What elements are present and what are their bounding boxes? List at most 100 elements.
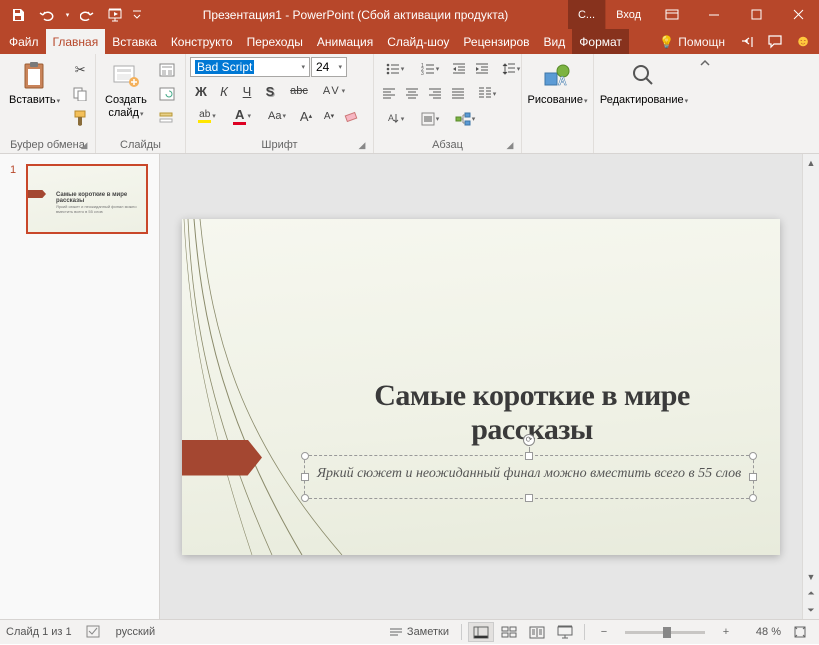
drawing-button[interactable]: A Рисование▾ — [523, 57, 593, 111]
zoom-slider-thumb[interactable] — [663, 627, 671, 638]
tab-insert[interactable]: Вставка — [105, 29, 164, 54]
resize-handle-s[interactable] — [525, 494, 533, 502]
slide-sorter-button[interactable] — [496, 622, 522, 642]
resize-handle-sw[interactable] — [301, 494, 309, 502]
paragraph-launcher[interactable]: ◢ — [503, 138, 517, 152]
redo-button[interactable] — [73, 3, 101, 27]
character-spacing-button[interactable]: AV▾ — [317, 80, 351, 102]
resize-handle-n[interactable] — [525, 452, 533, 460]
clear-formatting-button[interactable] — [341, 105, 363, 127]
maximize-button[interactable] — [735, 0, 777, 29]
font-color-button[interactable]: А▾ — [225, 105, 259, 127]
undo-more-button[interactable]: ▾ — [62, 3, 72, 27]
tab-file[interactable]: Файл — [2, 29, 46, 54]
increase-indent-button[interactable] — [471, 58, 493, 80]
align-right-button[interactable] — [424, 83, 446, 105]
qat-customize-button[interactable] — [131, 3, 143, 27]
slide-subtitle-text[interactable]: Яркий сюжет и неожиданный финал можно вм… — [305, 466, 753, 482]
underline-button[interactable]: Ч — [236, 80, 258, 102]
slideshow-view-button[interactable] — [552, 622, 578, 642]
account-badge[interactable]: С... — [568, 0, 606, 29]
cut-button[interactable]: ✂ — [69, 59, 91, 81]
resize-handle-nw[interactable] — [301, 452, 309, 460]
bold-button[interactable]: Ж — [190, 80, 212, 102]
tab-slideshow[interactable]: Слайд-шоу — [380, 29, 456, 54]
thumbnail-item[interactable]: 1 Самые короткие в мирерассказы Яркий сю… — [10, 164, 149, 234]
align-left-button[interactable] — [378, 83, 400, 105]
zoom-in-button[interactable]: + — [713, 622, 739, 642]
notes-button[interactable]: Заметки — [383, 626, 455, 638]
rotate-handle[interactable]: ⟳ — [523, 434, 535, 446]
subtitle-text-box[interactable]: ⟳ Яркий сюжет и неожиданный финал можно … — [304, 455, 754, 499]
zoom-out-button[interactable]: − — [591, 622, 617, 642]
tab-home[interactable]: Главная — [46, 29, 106, 54]
ribbon-display-button[interactable] — [651, 0, 693, 29]
scroll-track[interactable] — [803, 171, 819, 568]
minimize-button[interactable] — [693, 0, 735, 29]
resize-handle-ne[interactable] — [749, 452, 757, 460]
italic-button[interactable]: К — [213, 80, 235, 102]
resize-handle-se[interactable] — [749, 494, 757, 502]
highlight-button[interactable]: ab▾ — [190, 105, 224, 127]
shadow-button[interactable]: S — [259, 80, 281, 102]
thumbnail-slide[interactable]: Самые короткие в мирерассказы Яркий сюже… — [26, 164, 148, 234]
thumbnail-pane[interactable]: 1 Самые короткие в мирерассказы Яркий сю… — [0, 154, 160, 619]
decrease-indent-button[interactable] — [448, 58, 470, 80]
tab-transitions[interactable]: Переходы — [240, 29, 310, 54]
language-indicator[interactable]: русский — [116, 626, 155, 638]
zoom-slider[interactable] — [625, 631, 705, 634]
slideshow-from-start-button[interactable] — [102, 3, 130, 27]
fit-to-window-button[interactable] — [787, 622, 813, 642]
text-direction-button[interactable]: A▾ — [378, 108, 412, 130]
zoom-value[interactable]: 48 % — [741, 626, 785, 638]
next-slide-button[interactable]: ⏷ — [803, 602, 819, 619]
tab-design[interactable]: Конструкто — [164, 29, 240, 54]
tab-animations[interactable]: Анимация — [310, 29, 380, 54]
new-slide-button[interactable]: Создать слайд▾ — [100, 57, 152, 124]
shrink-font-button[interactable]: A▾ — [318, 105, 340, 127]
editing-button[interactable]: Редактирование▾ — [595, 57, 693, 111]
reading-view-button[interactable] — [524, 622, 550, 642]
grow-font-button[interactable]: A▴ — [295, 105, 317, 127]
save-button[interactable] — [4, 3, 32, 27]
tab-view[interactable]: Вид — [537, 29, 573, 54]
strikethrough-button[interactable]: abc — [282, 80, 316, 102]
copy-button[interactable] — [69, 83, 91, 105]
columns-button[interactable]: ▾ — [470, 83, 504, 105]
justify-button[interactable] — [447, 83, 469, 105]
vertical-scrollbar[interactable]: ▲ ▼ ⏶ ⏷ — [802, 154, 819, 619]
change-case-button[interactable]: Aa▾ — [260, 105, 294, 127]
section-button[interactable] — [156, 107, 178, 129]
spellcheck-icon[interactable] — [86, 625, 102, 639]
comments-button[interactable] — [763, 30, 787, 54]
sign-in-button[interactable]: Вход — [606, 0, 651, 29]
font-size-combo[interactable]: 24▾ — [311, 57, 347, 77]
clipboard-launcher[interactable]: ◢ — [77, 138, 91, 152]
tab-review[interactable]: Рецензиров — [456, 29, 536, 54]
close-button[interactable] — [777, 0, 819, 29]
reset-slide-button[interactable] — [156, 83, 178, 105]
align-center-button[interactable] — [401, 83, 423, 105]
prev-slide-button[interactable]: ⏶ — [803, 585, 819, 602]
numbering-button[interactable]: 123▾ — [413, 58, 447, 80]
align-text-button[interactable]: ▾ — [413, 108, 447, 130]
smartart-button[interactable]: ▾ — [448, 108, 482, 130]
layout-button[interactable] — [156, 59, 178, 81]
font-launcher[interactable]: ◢ — [355, 138, 369, 152]
undo-button[interactable] — [33, 3, 61, 27]
slide-editor[interactable]: Самые короткие в мире рассказы ⟳ Яркий с… — [160, 154, 802, 619]
collapse-ribbon-button[interactable] — [694, 54, 716, 153]
font-name-combo[interactable]: Bad Script▾ — [190, 57, 310, 77]
emoji-button[interactable]: ☻ — [791, 30, 815, 54]
tab-format[interactable]: Формат — [572, 29, 629, 54]
slide-counter[interactable]: Слайд 1 из 1 — [6, 626, 72, 638]
normal-view-button[interactable] — [468, 622, 494, 642]
format-painter-button[interactable] — [69, 107, 91, 129]
scroll-up-button[interactable]: ▲ — [803, 154, 819, 171]
tell-me-button[interactable]: 💡 Помощн — [653, 35, 731, 49]
bullets-button[interactable]: ▾ — [378, 58, 412, 80]
slide-canvas[interactable]: Самые короткие в мире рассказы ⟳ Яркий с… — [182, 219, 780, 555]
share-button[interactable] — [735, 30, 759, 54]
scroll-down-button[interactable]: ▼ — [803, 568, 819, 585]
paste-button[interactable]: Вставить▾ — [4, 57, 65, 111]
